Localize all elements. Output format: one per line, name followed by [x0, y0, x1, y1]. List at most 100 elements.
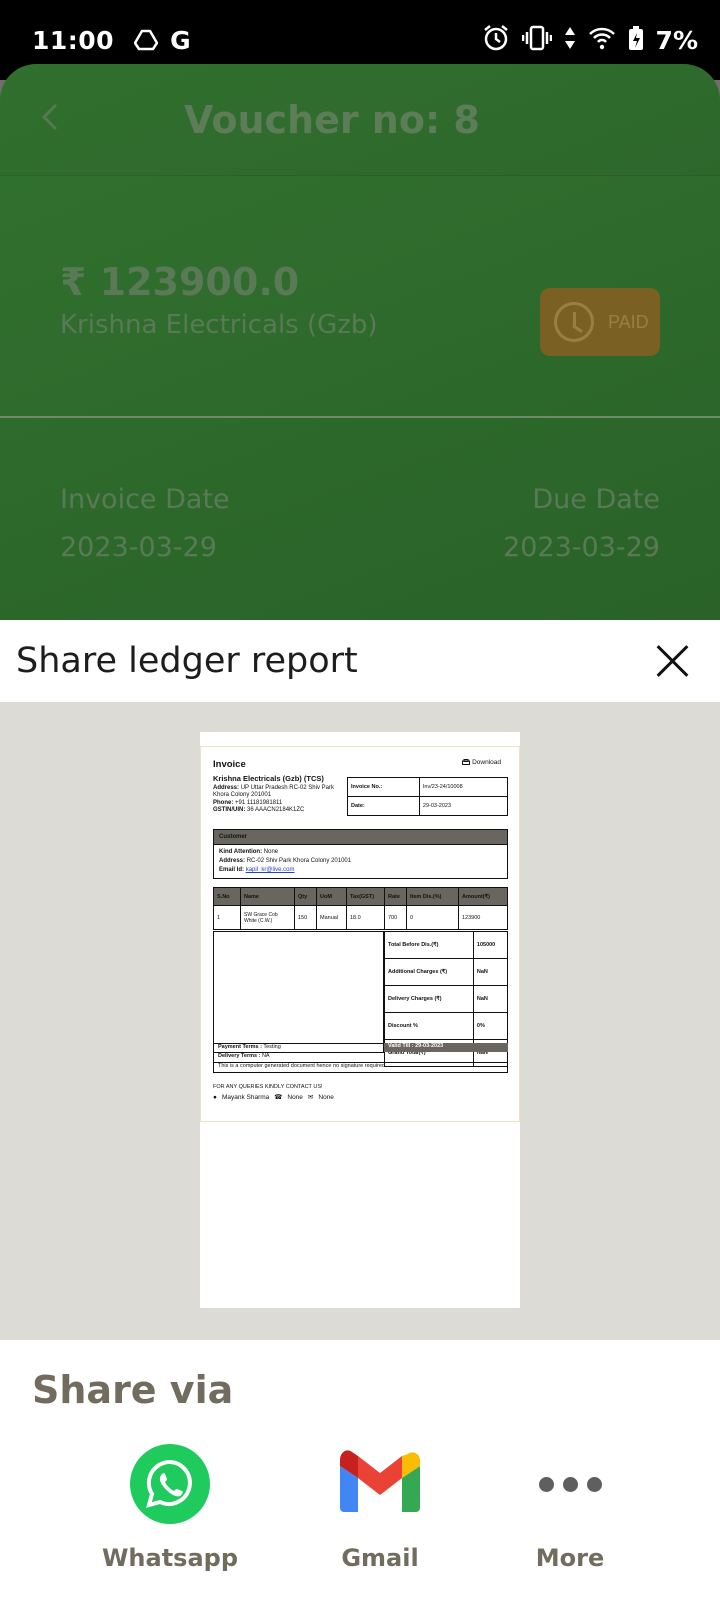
- wifi-icon: [588, 26, 616, 54]
- col-header: UoM: [316, 887, 347, 906]
- invoice-date: 29-03-2023: [418, 796, 509, 816]
- col-header: Name: [240, 887, 295, 906]
- invoice-document: Invoice Download Krishna Electricals (Gz…: [200, 746, 520, 1122]
- invoice-no-label: Invoice No.:: [347, 777, 420, 797]
- more-dots-icon: [530, 1444, 610, 1524]
- delivery-terms-label: Delivery Terms :: [218, 1053, 261, 1059]
- share-more-button[interactable]: More: [480, 1444, 660, 1572]
- payment-terms-label: Payment Terms :: [218, 1044, 262, 1050]
- delivery-terms: Delivery Terms : NA: [213, 1053, 508, 1063]
- invoice-meta-table: Invoice No.: Inv/23-24/10008 Date: 29-03-2…: [347, 777, 509, 816]
- col-header: Tax(GST): [346, 887, 385, 906]
- voucher-amount: ₹ 123900.0: [60, 260, 300, 304]
- customer-email-link[interactable]: kapil_kr@live.com: [246, 867, 295, 873]
- voucher-title: Voucher no: 8: [184, 97, 480, 142]
- total-value: NaN: [472, 958, 509, 986]
- alarm-icon: [482, 24, 510, 56]
- cell: 0: [406, 905, 459, 930]
- items-header-row: S.No Name Qty UoM Tax(GST) Rate Item Dis…: [213, 887, 508, 906]
- email-label: Email Id:: [219, 867, 245, 873]
- share-gmail-button[interactable]: Gmail: [290, 1444, 470, 1572]
- total-label: Additional Charges (₹): [384, 958, 474, 986]
- col-header: Amount(₹): [458, 887, 508, 906]
- share-whatsapp-button[interactable]: Whatsapp: [80, 1444, 260, 1572]
- gstin-label: GSTIN/UIN:: [213, 807, 246, 813]
- total-label: Total Before Dis.(₹): [384, 931, 474, 959]
- col-header: Qty: [294, 887, 317, 906]
- battery-icon: [628, 25, 644, 55]
- contact-email: None: [318, 1093, 334, 1101]
- report-preview: Invoice Download Krishna Electricals (Gz…: [0, 702, 720, 1340]
- screen: 11:00 G 7% Voucher no: 8 ₹ 123900.0 Kris…: [0, 0, 720, 1600]
- status-time: 11:00: [32, 25, 115, 55]
- invoice-page: Invoice Download Krishna Electricals (Gz…: [200, 732, 520, 1308]
- download-label: Download: [472, 759, 501, 767]
- delivery-terms-value: NA: [261, 1053, 270, 1059]
- share-via-panel: Share via Whatsapp Gmail More: [0, 1340, 720, 1600]
- paid-label: PAID: [608, 311, 649, 332]
- invoice-date-value: 2023-03-29: [60, 532, 217, 563]
- printer-icon: [462, 759, 471, 765]
- table-row: 1 SW Grace Cob White (C.W.) 150 Manual 1…: [213, 905, 508, 930]
- contact-phone: None: [287, 1093, 303, 1101]
- valid-till: Valid Till : 29-03-2023: [384, 1043, 508, 1052]
- globe-icon: ●: [213, 1093, 217, 1101]
- total-value: NaN: [472, 985, 509, 1013]
- col-header: S.No: [213, 887, 241, 906]
- voucher-screen-dimmed: Voucher no: 8 ₹ 123900.0 Krishna Electri…: [0, 64, 720, 620]
- cell: 18.0: [346, 905, 385, 930]
- payment-terms: Payment Terms : Testing: [213, 1043, 384, 1053]
- google-icon: G: [170, 25, 191, 55]
- envelope-icon: ✉: [307, 1094, 314, 1101]
- total-label: Delivery Charges (₹): [384, 985, 474, 1013]
- sheet-title: Share ledger report: [16, 641, 358, 681]
- invoice-date-label: Invoice Date: [60, 484, 230, 515]
- col-header: Rate: [384, 887, 407, 906]
- gmail-icon: [340, 1444, 420, 1524]
- data-arrows-icon: [564, 26, 576, 54]
- invoice-heading: Invoice: [213, 759, 246, 770]
- close-icon[interactable]: [650, 638, 696, 684]
- company-phone: +91 11181981811: [235, 799, 283, 806]
- drive-icon: [134, 29, 159, 51]
- customer-address: RC-02 Shiv Park Khora Colony 201001: [246, 858, 352, 864]
- due-date-label: Due Date: [532, 484, 660, 515]
- cell: 700: [384, 905, 407, 930]
- contact-row: ● Mayank Sharma ☎ None ✉ None: [213, 1093, 334, 1102]
- due-date-value: 2023-03-29: [503, 532, 660, 563]
- back-arrow-icon[interactable]: [40, 97, 100, 142]
- queries-text: FOR ANY QUERIES KINDLY CONTACT US!: [213, 1084, 323, 1090]
- party-name: Krishna Electricals (Gzb): [60, 310, 378, 340]
- total-label: Discount %: [384, 1012, 474, 1040]
- kind-attention-label: Kind Attention:: [219, 849, 263, 855]
- share-via-title: Share via: [32, 1368, 234, 1412]
- share-sheet-header: Share ledger report: [0, 620, 720, 702]
- vibrate-icon: [521, 25, 552, 55]
- customer-header: Customer: [214, 830, 507, 845]
- kind-attention: None: [263, 849, 279, 855]
- signature-note: This is a computer generated document he…: [213, 1063, 508, 1073]
- cell: 150: [294, 905, 317, 930]
- invoice-no: Inv/23-24/10008: [418, 777, 509, 797]
- whatsapp-label: Whatsapp: [101, 1544, 239, 1572]
- whatsapp-icon: [130, 1444, 210, 1524]
- cell: 1: [213, 905, 241, 930]
- items-table: S.No Name Qty UoM Tax(GST) Rate Item Dis…: [213, 887, 508, 930]
- total-value: 105000: [472, 931, 509, 959]
- paid-badge: PAID: [540, 288, 660, 356]
- company-name: Krishna Electricals (Gzb) (TCS): [213, 774, 324, 783]
- cell: SW Grace Cob White (C.W.): [240, 905, 295, 930]
- customer-body: Kind Attention: None Address: RC-02 Shiv…: [214, 845, 507, 878]
- more-label: More: [535, 1544, 605, 1572]
- customer-box: Customer Kind Attention: None Address: R…: [213, 829, 508, 879]
- cell: Manual: [316, 905, 347, 930]
- total-value: 0%: [472, 1012, 509, 1040]
- company-info: Krishna Electricals (Gzb) (TCS) Address:…: [213, 775, 348, 815]
- download-link[interactable]: Download: [462, 759, 501, 766]
- divider: [0, 416, 720, 418]
- contact-name: Mayank Sharma: [221, 1093, 270, 1101]
- gmail-label: Gmail: [341, 1544, 419, 1572]
- cust-address-label: Address:: [219, 858, 246, 864]
- phone-icon: ☎: [274, 1094, 283, 1101]
- company-gstin: 36 AAACN2184K1ZC: [247, 807, 305, 813]
